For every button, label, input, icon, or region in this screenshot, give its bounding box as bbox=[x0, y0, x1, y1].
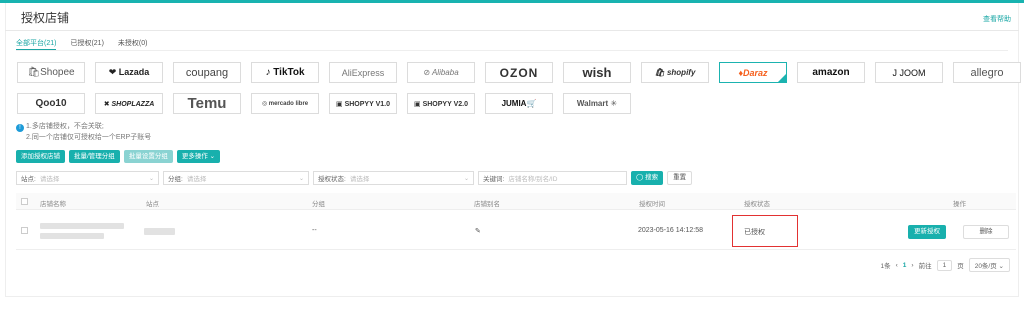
col-group: 分组 bbox=[312, 201, 325, 208]
title-divider bbox=[5, 30, 1019, 31]
platform-shopyy-v2[interactable]: ▣ SHOPYY V2.0 bbox=[407, 93, 475, 114]
chevron-down-icon: ⌄ bbox=[463, 176, 469, 182]
tab-unauthorized[interactable]: 未授权(0) bbox=[118, 38, 148, 48]
auth-status-select[interactable]: 授权状态: 请选择 ⌄ bbox=[313, 171, 474, 185]
platform-temu[interactable]: Temu bbox=[173, 93, 241, 114]
platform-alibaba[interactable]: ⊘ Alibaba bbox=[407, 62, 475, 83]
current-page[interactable]: 1 bbox=[903, 262, 907, 269]
select-all-checkbox[interactable] bbox=[21, 198, 28, 205]
platform-tiktok[interactable]: ♪ TikTok bbox=[251, 62, 319, 83]
col-actions: 操作 bbox=[953, 201, 966, 208]
delete-button[interactable]: 删除 bbox=[963, 225, 1009, 239]
col-store-alias: 店铺别名 bbox=[474, 201, 500, 208]
add-store-button[interactable]: 添加授权店铺 bbox=[16, 150, 65, 163]
platform-wish[interactable]: wish bbox=[563, 62, 631, 83]
col-store-name: 店铺名称 bbox=[40, 201, 66, 208]
batch-group-button[interactable]: 批量设置分组 bbox=[123, 150, 173, 163]
store-id-redacted bbox=[40, 233, 104, 239]
platform-tabs: 全部平台(21) 已授权(21) 未授权(0) bbox=[16, 38, 147, 48]
tip-line-2: 2.同一个店铺仅可授权给一个ERP子账号 bbox=[26, 134, 152, 141]
group-manage-button[interactable]: 批量/管理分组 bbox=[69, 150, 120, 163]
store-name-redacted bbox=[40, 223, 124, 229]
page-size-select[interactable]: 20条/页 ⌄ bbox=[968, 258, 1010, 272]
update-auth-button[interactable]: 更新授权 bbox=[908, 225, 946, 239]
auth-time-value: 2023-05-16 14:12:58 bbox=[638, 227, 703, 234]
tabs-divider bbox=[16, 50, 1008, 51]
col-site: 站点 bbox=[146, 201, 159, 208]
platform-shopify[interactable]: 🛍 shopify bbox=[641, 62, 709, 83]
platform-daraz[interactable]: ♦Daraz bbox=[719, 62, 787, 83]
search-button[interactable]: ◯ 搜索 bbox=[631, 171, 664, 185]
tab-all-platforms[interactable]: 全部平台(21) bbox=[16, 38, 56, 48]
active-tab-indicator bbox=[16, 49, 56, 50]
platform-shoplazza[interactable]: ✖ SHOPLAZZA bbox=[95, 93, 163, 114]
total-count: 1条 bbox=[880, 263, 891, 270]
col-auth-time: 授权时间 bbox=[639, 201, 665, 208]
platform-walmart[interactable]: Walmart ✳ bbox=[563, 93, 631, 114]
prev-page-icon[interactable]: ‹ bbox=[896, 262, 898, 269]
platform-qoo10[interactable]: Qoo10 bbox=[17, 93, 85, 114]
platform-allegro[interactable]: allegro bbox=[953, 62, 1021, 83]
more-actions-button[interactable]: 更多操作 ⌄ bbox=[176, 150, 221, 163]
platform-lazada[interactable]: ❤ Lazada bbox=[95, 62, 163, 83]
platform-shopyy-v1[interactable]: ▣ SHOPYY V1.0 bbox=[329, 93, 397, 114]
filter-bar: 站点: 请选择 ⌄ 分组: 请选择 ⌄ 授权状态: 请选择 ⌄ 关键词: 店铺名… bbox=[16, 171, 693, 185]
info-icon: ! bbox=[16, 124, 24, 132]
platform-joom[interactable]: J JOOM bbox=[875, 62, 943, 83]
platform-shopee[interactable]: 🛍Shopee bbox=[17, 62, 85, 83]
reset-button[interactable]: 重置 bbox=[667, 171, 693, 185]
platform-coupang[interactable]: coupang bbox=[173, 62, 241, 83]
action-bar: 添加授权店铺 批量/管理分组 批量设置分组 更多操作 ⌄ bbox=[16, 150, 221, 163]
table-row: -- ✎ 2023-05-16 14:12:58 已授权 bbox=[16, 212, 1016, 250]
tip-line-1: ! 1.多店铺授权，不会关联; bbox=[16, 121, 151, 132]
page-title: 授权店铺 bbox=[21, 11, 70, 25]
help-link[interactable]: 查看帮助 bbox=[983, 14, 1011, 24]
platform-row-1: 🛍Shopee ❤ Lazada coupang ♪ TikTok AliExp… bbox=[17, 62, 1021, 83]
platform-ozon[interactable]: OZON bbox=[485, 62, 553, 83]
platform-row-2: Qoo10 ✖ SHOPLAZZA Temu ◎ mercado libre ▣… bbox=[17, 93, 631, 114]
edit-alias-icon[interactable]: ✎ bbox=[475, 227, 481, 235]
panel-bottom-border bbox=[5, 296, 1019, 297]
row-checkbox[interactable] bbox=[21, 227, 28, 234]
platform-aliexpress[interactable]: AliExpress bbox=[329, 62, 397, 83]
pagination: 1条 ‹ 1 › 前往 1 页 20条/页 ⌄ bbox=[880, 258, 1010, 272]
group-select[interactable]: 分组: 请选择 ⌄ bbox=[163, 171, 309, 185]
platform-amazon[interactable]: amazon bbox=[797, 62, 865, 83]
panel-left-border bbox=[5, 3, 6, 296]
site-select[interactable]: 站点: 请选择 ⌄ bbox=[16, 171, 159, 185]
chevron-down-icon: ⌄ bbox=[298, 176, 304, 182]
top-accent-bar bbox=[0, 0, 1024, 3]
platform-mercado-libre[interactable]: ◎ mercado libre bbox=[251, 93, 319, 114]
goto-label: 前往 bbox=[918, 263, 932, 270]
tab-authorized[interactable]: 已授权(21) bbox=[70, 38, 103, 48]
tips-notes: ! 1.多店铺授权，不会关联; 2.同一个店铺仅可授权给一个ERP子账号 bbox=[16, 121, 151, 143]
platform-jumia[interactable]: JUMIA🛒 bbox=[485, 93, 553, 114]
site-redacted bbox=[144, 228, 175, 235]
col-auth-status: 授权状态 bbox=[744, 201, 770, 208]
keyword-input[interactable]: 关键词: 店铺名称/别名/ID bbox=[478, 171, 627, 185]
status-highlight-box bbox=[732, 215, 798, 247]
next-page-icon[interactable]: › bbox=[911, 262, 913, 269]
goto-page-input[interactable]: 1 bbox=[936, 259, 953, 271]
page-unit: 页 bbox=[957, 263, 964, 270]
chevron-down-icon: ⌄ bbox=[148, 176, 154, 182]
panel-right-border bbox=[1018, 3, 1019, 296]
table-header: 店铺名称 站点 分组 店铺别名 授权时间 授权状态 操作 bbox=[16, 193, 1016, 210]
group-value: -- bbox=[312, 227, 317, 234]
